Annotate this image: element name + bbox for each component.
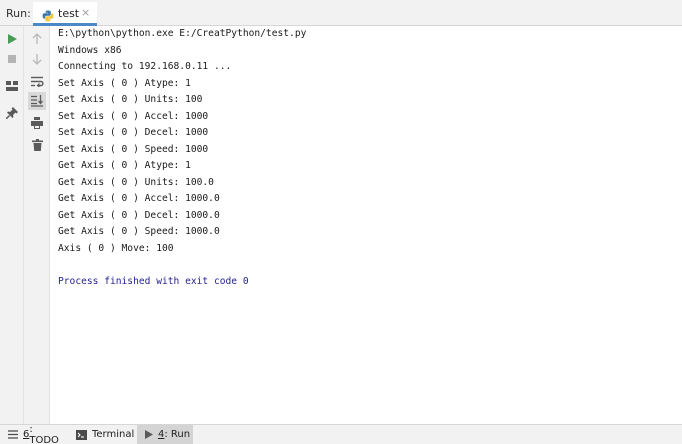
down-arrow-icon[interactable] xyxy=(28,50,46,68)
run-small-icon xyxy=(145,430,153,439)
python-icon xyxy=(42,7,54,22)
close-icon[interactable]: × xyxy=(81,6,90,19)
console-line: Set Axis ( 0 ) Accel: 1000 xyxy=(58,110,209,122)
scroll-to-end-icon[interactable] xyxy=(28,92,46,110)
tab-terminal[interactable]: Terminal xyxy=(76,425,134,444)
layout-icon[interactable] xyxy=(3,77,21,95)
console-line: Set Axis ( 0 ) Units: 100 xyxy=(58,94,203,105)
run-toolbar-header: Run: test × xyxy=(0,0,682,26)
console-command-line: E:\python\python.exe E:/CreatPython/test… xyxy=(58,28,307,39)
terminal-icon xyxy=(76,429,87,440)
run-icon[interactable] xyxy=(3,30,21,48)
soft-wrap-icon[interactable] xyxy=(28,72,46,90)
console-line: Get Axis ( 0 ) Speed: 1000.0 xyxy=(58,226,220,237)
run-actions-toolbar xyxy=(0,26,24,424)
trash-icon[interactable] xyxy=(28,136,46,154)
tab-todo-label: : TODO xyxy=(29,423,59,444)
console-output[interactable]: E:\python\python.exe E:/CreatPython/test… xyxy=(58,26,668,290)
tab-todo[interactable]: 6: TODO xyxy=(8,423,64,444)
console-exit-message: Process finished with exit code 0 xyxy=(58,275,249,287)
console-line: Axis ( 0 ) Move: 100 xyxy=(58,242,174,254)
console-line: Get Axis ( 0 ) Decel: 1000.0 xyxy=(58,209,220,221)
console-line: Set Axis ( 0 ) Decel: 1000 xyxy=(58,127,209,138)
up-arrow-icon[interactable] xyxy=(28,30,46,48)
print-icon[interactable] xyxy=(28,114,46,132)
run-tool-window: Run: test × E:\python\python.exe E:/Crea… xyxy=(0,0,682,444)
tab-test[interactable]: test × xyxy=(33,2,97,26)
tab-run[interactable]: 4: Run xyxy=(137,425,193,444)
console-line: Windows x86 xyxy=(58,44,122,56)
console-line: Get Axis ( 0 ) Accel: 1000.0 xyxy=(58,193,220,204)
console-line: Get Axis ( 0 ) Units: 100.0 xyxy=(58,176,214,188)
console-line: Get Axis ( 0 ) Atype: 1 xyxy=(58,160,191,171)
list-icon xyxy=(8,430,18,439)
console-actions-toolbar xyxy=(24,26,50,424)
console-line: Connecting to 192.168.0.11 ... xyxy=(58,61,232,72)
run-label: Run: xyxy=(6,7,31,20)
console-line: Set Axis ( 0 ) Speed: 1000 xyxy=(58,143,209,155)
console-line: Set Axis ( 0 ) Atype: 1 xyxy=(58,77,191,89)
bottom-tool-bar: 6: TODO Terminal 4: Run xyxy=(0,424,682,444)
tab-title: test xyxy=(58,7,80,20)
tab-run-label: : Run xyxy=(164,429,191,440)
pin-icon[interactable] xyxy=(3,104,21,122)
stop-icon[interactable] xyxy=(3,50,21,68)
tab-terminal-label: Terminal xyxy=(92,429,135,440)
